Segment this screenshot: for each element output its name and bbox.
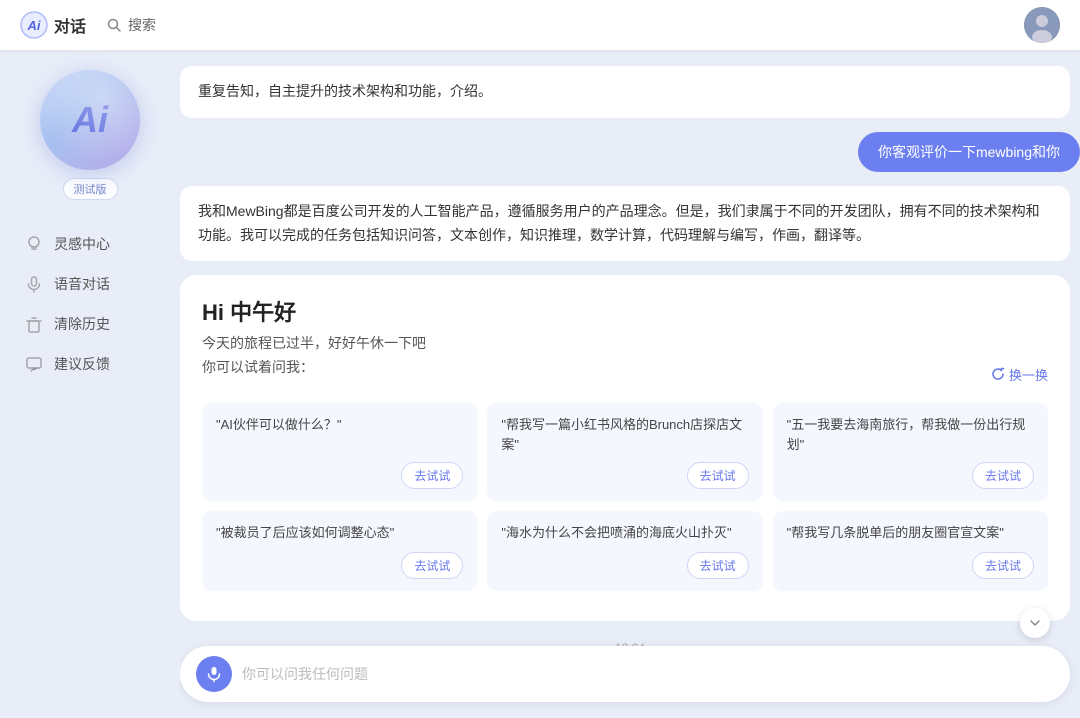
suggestion-card-3[interactable]: "被裁员了后应该如何调整心态" 去试试 [202, 511, 477, 591]
truncated-text: 重复告知，自主提升的技术架构和功能，介绍。 [198, 83, 492, 99]
top-nav: Ai 对话 搜索 [0, 0, 1080, 50]
chat-scroll: 重复告知，自主提升的技术架构和功能，介绍。 你客观评价一下mewbing和你 我… [180, 50, 1080, 646]
ai-avatar-text: Ai [72, 99, 108, 141]
suggestion-card-1[interactable]: "帮我写一篇小红书风格的Brunch店探店文案" 去试试 [487, 403, 762, 501]
mic-icon [24, 274, 44, 294]
try-button-0[interactable]: 去试试 [401, 462, 463, 489]
user-message: 你客观评价一下mewbing和你 [858, 132, 1080, 172]
hi-greeting: Hi 中午好 [202, 295, 1048, 327]
nav-search-text: 搜索 [128, 15, 156, 35]
ai-response-text: 我和MewBing都是百度公司开发的人工智能产品，遵循服务用户的产品理念。但是，… [198, 203, 1040, 243]
user-bubble-text: 你客观评价一下mewbing和你 [858, 132, 1080, 172]
sidebar-item-clear[interactable]: 清除历史 [16, 304, 164, 344]
avatar-image [1024, 7, 1060, 43]
refresh-label: 换一换 [1009, 365, 1048, 384]
suggestion-grid-2: "被裁员了后应该如何调整心态" 去试试 "海水为什么不会把喷涌的海底火山扑灭" … [202, 511, 1048, 591]
suggestion-text-4: "海水为什么不会把喷涌的海底火山扑灭" [501, 523, 748, 544]
truncated-ai-msg: 重复告知，自主提升的技术架构和功能，介绍。 [180, 66, 1070, 118]
sidebar-item-label-feedback: 建议反馈 [54, 354, 110, 374]
hi-cards-header: 你可以试着问我： 换一换 [202, 357, 1048, 391]
right-panel: 重复告知，自主提升的技术架构和功能，介绍。 你客观评价一下mewbing和你 我… [180, 50, 1080, 718]
try-button-4[interactable]: 去试试 [687, 552, 749, 579]
user-avatar[interactable] [1024, 7, 1060, 43]
refresh-button[interactable]: 换一换 [991, 365, 1048, 384]
sidebar-item-label-clear: 清除历史 [54, 314, 110, 334]
bulb-icon [24, 234, 44, 254]
suggestion-text-5: "帮我写几条脱单后的朋友圈官宣文案" [787, 523, 1034, 544]
try-button-2[interactable]: 去试试 [972, 462, 1034, 489]
hi-card: Hi 中午好 今天的旅程已过半，好好午休一下吧 你可以试着问我： 换一换 [180, 275, 1070, 621]
ai-avatar: Ai [40, 70, 140, 170]
try-button-1[interactable]: 去试试 [687, 462, 749, 489]
ai-badge: 测试版 [63, 178, 118, 200]
suggestion-card-2[interactable]: "五一我要去海南旅行，帮我做一份出行规划" 去试试 [773, 403, 1048, 501]
sidebar-item-voice[interactable]: 语音对话 [16, 264, 164, 304]
refresh-icon [991, 367, 1005, 381]
suggestion-grid-1: "AI伙伴可以做什么？" 去试试 "帮我写一篇小红书风格的Brunch店探店文案… [202, 403, 1048, 501]
ai-response-msg: 我和MewBing都是百度公司开发的人工智能产品，遵循服务用户的产品理念。但是，… [180, 186, 1070, 262]
nav-logo-text: 对话 [54, 13, 86, 37]
ai-avatar-area: Ai 测试版 [16, 70, 164, 200]
suggestion-text-0: "AI伙伴可以做什么？" [216, 415, 463, 454]
input-area [180, 646, 1070, 702]
try-button-5[interactable]: 去试试 [972, 552, 1034, 579]
mic-input-icon [205, 665, 223, 683]
timestamp: 12:04 [180, 635, 1080, 646]
hi-desc: 你可以试着问我： [202, 357, 314, 377]
nav-logo[interactable]: Ai 对话 [20, 11, 86, 39]
hi-subtitle: 今天的旅程已过半，好好午休一下吧 [202, 333, 1048, 353]
suggestion-card-0[interactable]: "AI伙伴可以做什么？" 去试试 [202, 403, 477, 501]
sidebar-item-label-voice: 语音对话 [54, 274, 110, 294]
suggestion-card-5[interactable]: "帮我写几条脱单后的朋友圈官宣文案" 去试试 [773, 511, 1048, 591]
trash-icon [24, 314, 44, 334]
suggestion-text-3: "被裁员了后应该如何调整心态" [216, 523, 463, 544]
scroll-down-button[interactable] [1020, 608, 1050, 638]
suggestion-text-1: "帮我写一篇小红书风格的Brunch店探店文案" [501, 415, 748, 454]
chevron-down-icon [1028, 616, 1042, 630]
try-button-3[interactable]: 去试试 [401, 552, 463, 579]
mic-button[interactable] [196, 656, 232, 692]
sidebar-item-feedback[interactable]: 建议反馈 [16, 344, 164, 384]
sidebar: Ai 测试版 灵感中心 语音对话 清除历史 [0, 50, 180, 718]
sidebar-item-label-inspiration: 灵感中心 [54, 234, 110, 254]
search-icon [106, 17, 122, 33]
nav-logo-icon: Ai [20, 11, 48, 39]
main-layout: Ai 测试版 灵感中心 语音对话 清除历史 [0, 50, 1080, 718]
svg-text:Ai: Ai [27, 18, 41, 33]
suggestion-text-2: "五一我要去海南旅行，帮我做一份出行规划" [787, 415, 1034, 454]
nav-search-btn[interactable]: 搜索 [106, 15, 156, 35]
sidebar-item-inspiration[interactable]: 灵感中心 [16, 224, 164, 264]
chat-input[interactable] [242, 666, 1054, 682]
suggestion-card-4[interactable]: "海水为什么不会把喷涌的海底火山扑灭" 去试试 [487, 511, 762, 591]
feedback-icon [24, 354, 44, 374]
